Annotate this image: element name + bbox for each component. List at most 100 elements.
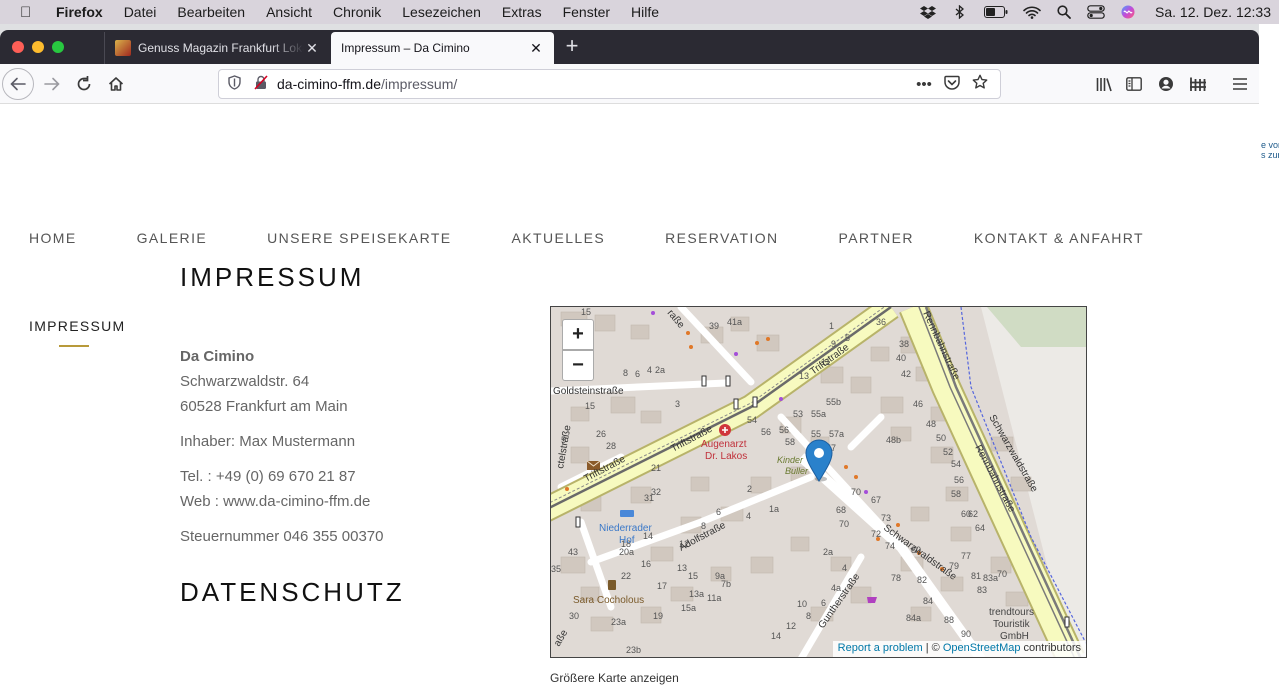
background-window[interactable]: e von s zur bbox=[1259, 24, 1279, 694]
svg-text:13: 13 bbox=[677, 563, 687, 573]
dropbox-icon[interactable] bbox=[919, 5, 937, 19]
svg-text:55: 55 bbox=[811, 429, 821, 439]
hamburger-menu-icon[interactable] bbox=[1224, 68, 1256, 100]
tab-genuss-magazin[interactable]: Genuss Magazin Frankfurt Lokal ✕ bbox=[104, 32, 330, 64]
svg-text:13a: 13a bbox=[689, 589, 704, 599]
svg-text:83a: 83a bbox=[983, 573, 998, 583]
svg-text:15: 15 bbox=[688, 571, 698, 581]
svg-text:57a: 57a bbox=[829, 429, 844, 439]
larger-map-link[interactable]: Größere Karte anzeigen bbox=[550, 671, 679, 685]
nav-aktuelles[interactable]: AKTUELLES bbox=[512, 230, 606, 246]
siri-icon[interactable] bbox=[1119, 5, 1137, 19]
menu-extras[interactable]: Extras bbox=[502, 4, 542, 20]
svg-text:67: 67 bbox=[871, 495, 881, 505]
svg-text:43: 43 bbox=[568, 547, 578, 557]
menu-lesezeichen[interactable]: Lesezeichen bbox=[402, 4, 481, 20]
svg-text:1a: 1a bbox=[769, 504, 779, 514]
window-minimize-button[interactable] bbox=[32, 41, 44, 53]
library-icon[interactable] bbox=[1088, 68, 1120, 100]
svg-text:6: 6 bbox=[821, 598, 826, 608]
attribution-contributors: contributors bbox=[1020, 642, 1081, 654]
menu-hilfe[interactable]: Hilfe bbox=[631, 4, 659, 20]
map-zoom-in-button[interactable]: + bbox=[562, 319, 594, 350]
reload-icon[interactable] bbox=[68, 68, 100, 100]
map-label-lakos: Dr. Lakos bbox=[705, 451, 747, 462]
svg-text:5: 5 bbox=[845, 333, 850, 343]
nav-speisekarte[interactable]: UNSERE SPEISEKARTE bbox=[267, 230, 451, 246]
close-tab-icon[interactable]: ✕ bbox=[528, 40, 544, 57]
nav-kontakt-anfahrt[interactable]: KONTAKT & ANFAHRT bbox=[974, 230, 1144, 246]
spotlight-search-icon[interactable] bbox=[1055, 5, 1073, 19]
nav-reservation[interactable]: RESERVATION bbox=[665, 230, 778, 246]
svg-text:56: 56 bbox=[954, 475, 964, 485]
map-label-augenarzt: Augenarzt bbox=[701, 439, 747, 450]
menu-app-firefox[interactable]: Firefox bbox=[56, 4, 103, 20]
wifi-icon[interactable] bbox=[1023, 5, 1041, 19]
svg-text:1: 1 bbox=[829, 321, 834, 331]
new-tab-plus-icon[interactable]: + bbox=[560, 34, 584, 60]
menu-bearbeiten[interactable]: Bearbeiten bbox=[177, 4, 245, 20]
phone-text: Tel. : +49 (0) 69 670 21 87 bbox=[180, 468, 356, 485]
pocket-icon[interactable] bbox=[938, 75, 966, 94]
svg-text:39: 39 bbox=[709, 321, 719, 331]
tab-impressum[interactable]: Impressum – Da Cimino ✕ bbox=[331, 32, 554, 64]
menu-datei[interactable]: Datei bbox=[124, 4, 157, 20]
sidebar-toggle-icon[interactable] bbox=[1118, 68, 1150, 100]
bluetooth-icon[interactable] bbox=[951, 5, 969, 19]
close-tab-icon[interactable]: ✕ bbox=[304, 40, 320, 57]
battery-icon[interactable] bbox=[983, 5, 1009, 19]
report-problem-link[interactable]: Report a problem bbox=[838, 642, 923, 654]
bookmark-star-icon[interactable] bbox=[966, 74, 994, 94]
nav-home[interactable]: HOME bbox=[29, 230, 77, 246]
web-page: HOME GALERIE UNSERE SPEISEKARTE AKTUELLE… bbox=[0, 104, 1259, 694]
svg-text:8: 8 bbox=[806, 611, 811, 621]
tracking-shield-icon[interactable] bbox=[225, 75, 243, 93]
menu-fenster[interactable]: Fenster bbox=[563, 4, 610, 20]
apple-icon[interactable]:  bbox=[20, 4, 36, 21]
back-arrow-icon[interactable] bbox=[2, 68, 34, 100]
map-label-touristik: Touristik bbox=[993, 619, 1031, 630]
openstreetmap-embed[interactable]: 15 39 41a 36 38 40 42 46 48 50 52 54 56 58 60 62 64 8… bbox=[550, 306, 1087, 658]
forward-arrow-icon[interactable] bbox=[36, 68, 68, 100]
svg-text:15: 15 bbox=[581, 307, 591, 317]
home-icon[interactable] bbox=[100, 68, 132, 100]
svg-text:17: 17 bbox=[657, 581, 667, 591]
map-zoom-out-button[interactable]: − bbox=[562, 350, 594, 381]
main-navigation: HOME GALERIE UNSERE SPEISEKARTE AKTUELLE… bbox=[29, 230, 1144, 246]
svg-text:6: 6 bbox=[635, 369, 640, 379]
background-window-text: e von s zur bbox=[1261, 140, 1279, 160]
window-close-button[interactable] bbox=[12, 41, 24, 53]
map-label-buller: Buller bbox=[785, 466, 809, 476]
menu-ansicht[interactable]: Ansicht bbox=[266, 4, 312, 20]
svg-text:46: 46 bbox=[913, 399, 923, 409]
svg-text:54: 54 bbox=[951, 459, 961, 469]
svg-text:58: 58 bbox=[785, 437, 795, 447]
page-actions-icon[interactable]: ••• bbox=[910, 76, 938, 93]
svg-text:13: 13 bbox=[799, 371, 809, 381]
extension-fence-icon[interactable] bbox=[1182, 68, 1214, 100]
insecure-lock-icon[interactable] bbox=[253, 75, 269, 93]
section-title-datenschutz: DATENSCHUTZ bbox=[180, 577, 405, 607]
url-bar[interactable]: da-cimino-ffm.de/impressum/ ••• bbox=[218, 69, 1001, 99]
menu-chronik[interactable]: Chronik bbox=[333, 4, 381, 20]
nav-galerie[interactable]: GALERIE bbox=[137, 230, 208, 246]
svg-text:2: 2 bbox=[747, 484, 752, 494]
map-label-goldsteinstrasse: Goldsteinstraße bbox=[553, 386, 624, 397]
svg-text:90: 90 bbox=[961, 629, 971, 639]
nav-partner[interactable]: PARTNER bbox=[839, 230, 914, 246]
svg-text:7b: 7b bbox=[721, 579, 731, 589]
svg-text:30: 30 bbox=[569, 611, 579, 621]
map-label-niederrader: Niederrader bbox=[599, 523, 652, 534]
svg-text:64: 64 bbox=[975, 523, 985, 533]
openstreetmap-link[interactable]: OpenStreetMap bbox=[943, 642, 1021, 654]
svg-text:48b: 48b bbox=[886, 435, 901, 445]
svg-text:48: 48 bbox=[926, 419, 936, 429]
svg-text:77: 77 bbox=[961, 551, 971, 561]
window-zoom-button[interactable] bbox=[52, 41, 64, 53]
control-center-icon[interactable] bbox=[1087, 5, 1105, 19]
menubar-clock[interactable]: Sa. 12. Dez. 12:33 bbox=[1155, 4, 1271, 20]
sidebar-item-impressum[interactable]: IMPRESSUM bbox=[29, 318, 126, 334]
account-icon[interactable] bbox=[1150, 68, 1182, 100]
svg-text:53: 53 bbox=[793, 409, 803, 419]
svg-text:8: 8 bbox=[623, 368, 628, 378]
